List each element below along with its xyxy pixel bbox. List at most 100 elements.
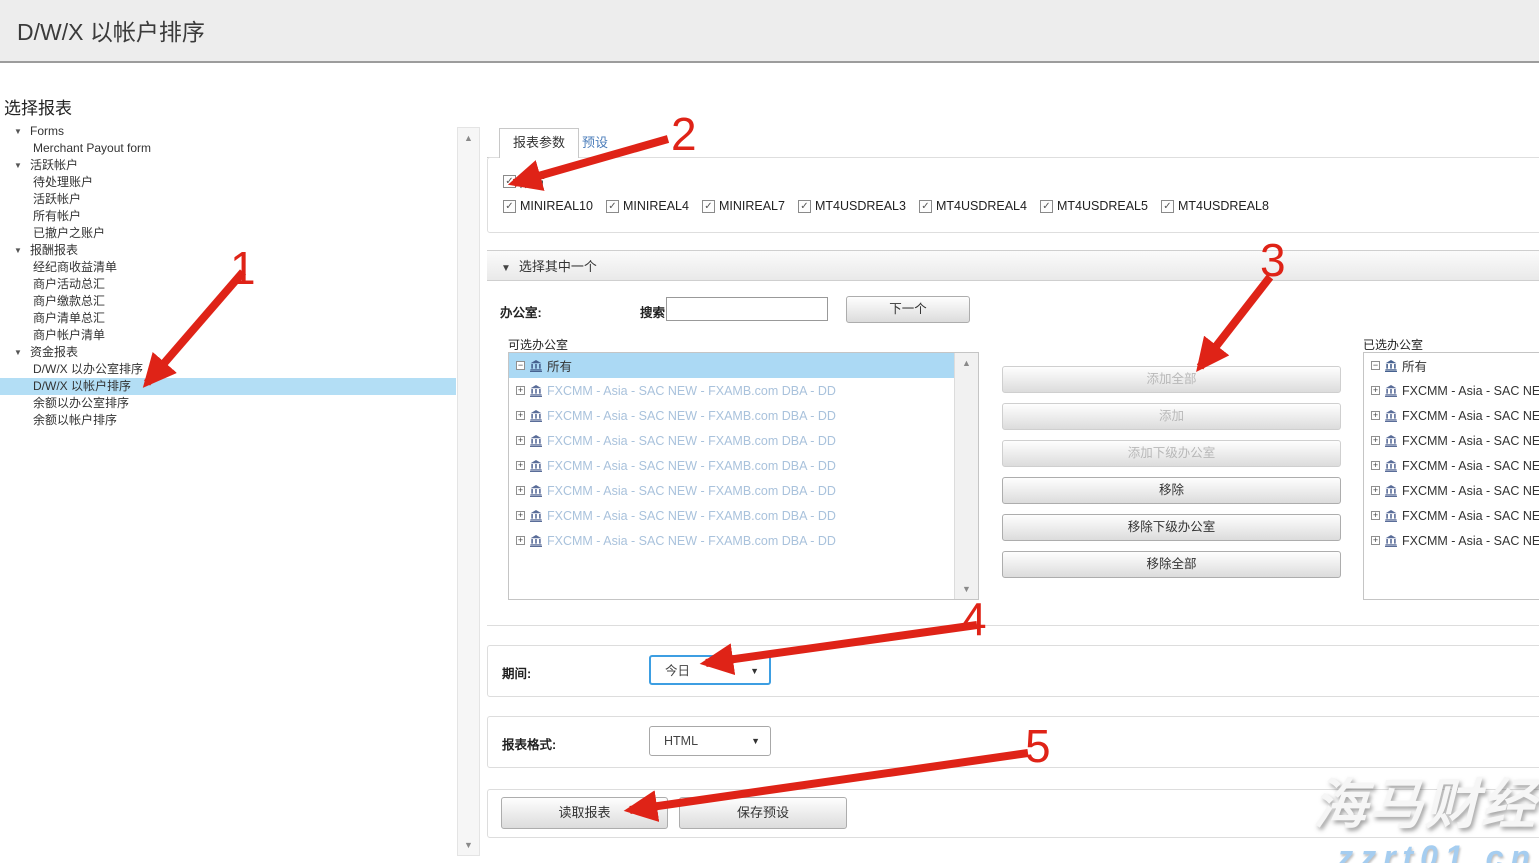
tab-presets[interactable]: 预设 (582, 128, 608, 157)
server-checkbox[interactable]: ✓MT4USDREAL3 (798, 199, 906, 213)
scroll-down-icon[interactable]: ▼ (955, 584, 978, 594)
office-row[interactable]: +FXCMM - Asia - SAC NEW - FXAMB.com DBA … (509, 503, 978, 528)
office-section-header[interactable]: ▼选择其中一个 (487, 250, 1539, 281)
transfer-button[interactable]: 添加下级办公室 (1002, 440, 1341, 467)
save-preset-button[interactable]: 保存预设 (679, 797, 847, 829)
tree-item[interactable]: 经纪商收益清单 (0, 259, 456, 276)
period-label: 期间: (502, 663, 531, 682)
collapse-icon[interactable]: ▼ (14, 344, 24, 361)
expand-node-icon[interactable]: + (1371, 511, 1380, 520)
office-row[interactable]: + FXCMM - Asia - SAC NEW - FXAMB.com DBA … (509, 403, 978, 428)
transfer-button[interactable]: 移除全部 (1002, 551, 1341, 578)
collapse-node-icon[interactable]: − (516, 361, 525, 370)
expand-node-icon[interactable]: + (516, 486, 525, 495)
tree-item-label: 余额以办公室排序 (33, 395, 129, 412)
load-report-button[interactable]: 读取报表 (501, 797, 668, 829)
server-checkbox[interactable]: ✓MINIREAL10 (503, 199, 593, 213)
checkbox-checked-icon[interactable]: ✓ (702, 200, 715, 213)
tree-item[interactable]: 待处理账户 (0, 174, 456, 191)
collapse-icon[interactable]: ▼ (501, 263, 511, 274)
office-row[interactable]: +FXCMM - Asia - SAC NEW - FXAMB.com DBA … (1364, 478, 1539, 503)
tree-group[interactable]: ▼报酬报表 (0, 242, 456, 259)
transfer-button[interactable]: 添加全部 (1002, 366, 1341, 393)
search-input[interactable] (666, 297, 828, 321)
office-row[interactable]: +FXCMM - Asia - SAC NEW - FXAMB.com DBA … (1364, 378, 1539, 403)
scroll-down-icon[interactable]: ▼ (458, 840, 479, 850)
tree-item[interactable]: 商户活动总汇 (0, 276, 456, 293)
expand-node-icon[interactable]: + (1371, 436, 1380, 445)
format-label: 报表格式: (502, 734, 556, 753)
tree-item[interactable]: 已撤户之账户 (0, 225, 456, 242)
scroll-up-icon[interactable]: ▲ (955, 358, 978, 368)
collapse-node-icon[interactable]: − (1371, 361, 1380, 370)
transfer-button[interactable]: 添加 (1002, 403, 1341, 430)
office-name: FXCMM - Asia - SAC NEW - FXAMB.com DBA -… (547, 409, 836, 423)
tree-item[interactable]: 商户帐户清单 (0, 327, 456, 344)
server-checkbox[interactable]: ✓ MT4USDREAL8 (1161, 199, 1269, 213)
checkbox-checked-icon[interactable]: ✓ (919, 200, 932, 213)
transfer-button[interactable]: 移除下级办公室 (1002, 514, 1341, 541)
selected-office-rows: −所有+FXCMM - Asia - SAC NEW - FXAMB.com D… (1364, 353, 1539, 553)
checkbox-checked-icon[interactable]: ✓ (503, 175, 516, 188)
tree-item[interactable]: 余额以帐户排序 (0, 412, 456, 429)
checkbox-checked-icon[interactable]: ✓ (606, 200, 619, 213)
tree-item[interactable]: 活跃帐户 (0, 191, 456, 208)
sidebar-scrollbar[interactable]: ▲ ▼ (457, 127, 480, 856)
expand-node-icon[interactable]: + (1371, 411, 1380, 420)
office-row[interactable]: +FXCMM - Asia - SAC NEW - FXAMB.com DBA … (509, 528, 978, 553)
collapse-icon[interactable]: ▼ (14, 157, 24, 174)
office-row[interactable]: +FXCMM - Asia - SAC NEW - FXAMB.com DBA … (1364, 503, 1539, 528)
office-row[interactable]: +FXCMM - Asia - SAC NEW - FXAMB.com DBA … (1364, 403, 1539, 428)
server-all-checkbox[interactable]: ✓ 所有 (503, 172, 545, 191)
expand-node-icon[interactable]: + (1371, 536, 1380, 545)
tree-item[interactable]: 商户缴款总汇 (0, 293, 456, 310)
tree-item[interactable]: 商户清单总汇 (0, 310, 456, 327)
checkbox-checked-icon[interactable]: ✓ (1040, 200, 1053, 213)
office-row[interactable]: +FXCMM - Asia - SAC NEW - FXAMB.com DBA … (509, 478, 978, 503)
tree-item[interactable]: 所有帐户 (0, 208, 456, 225)
format-dropdown[interactable]: HTML ▼ (649, 726, 771, 756)
tree-item[interactable]: 余额以办公室排序 (0, 395, 456, 412)
office-row[interactable]: +FXCMM - Asia - SAC NEW - FXAMB.com DBA … (1364, 453, 1539, 478)
tree-group[interactable]: ▼资金报表 (0, 344, 456, 361)
office-row[interactable]: +FXCMM - Asia - SAC NEW - FXAMB.com DBA … (509, 453, 978, 478)
tree-item[interactable]: D/W/X 以办公室排序 (0, 361, 456, 378)
collapse-icon[interactable]: ▼ (14, 123, 24, 140)
selected-offices-list[interactable]: −所有+FXCMM - Asia - SAC NEW - FXAMB.com D… (1363, 352, 1539, 600)
server-checkbox[interactable]: ✓MINIREAL4 (606, 199, 689, 213)
office-row-all[interactable]: −所有 (509, 353, 978, 378)
server-checkbox-label: MT4USDREAL8 (1178, 199, 1269, 213)
transfer-button[interactable]: 移除 (1002, 477, 1341, 504)
server-checkbox[interactable]: ✓MINIREAL7 (702, 199, 785, 213)
office-row[interactable]: +FXCMM - Asia - SAC NEW - FXAMB.com DBA … (1364, 528, 1539, 553)
server-checkbox[interactable]: ✓MT4USDREAL4 (919, 199, 1027, 213)
expand-node-icon[interactable]: + (516, 461, 525, 470)
expand-node-icon[interactable]: + (516, 536, 525, 545)
tree-item[interactable]: D/W/X 以帐户排序 (0, 378, 456, 395)
tree-group[interactable]: ▼活跃帐户 (0, 157, 456, 174)
checkbox-checked-icon[interactable]: ✓ (798, 200, 811, 213)
office-row-all[interactable]: −所有 (1364, 353, 1539, 378)
available-offices-list[interactable]: −所有 + FXCMM - Asia - SAC NEW - FXAMB.com D… (508, 352, 979, 600)
expand-node-icon[interactable]: + (1371, 486, 1380, 495)
tree-item[interactable]: Merchant Payout form (0, 140, 456, 157)
collapse-icon[interactable]: ▼ (14, 242, 24, 259)
checkbox-checked-icon[interactable]: ✓ (1161, 200, 1174, 213)
expand-node-icon[interactable]: + (516, 511, 525, 520)
tab-report-params[interactable]: 报表参数 (499, 128, 579, 158)
tree-group[interactable]: ▼Forms (0, 123, 456, 140)
checkbox-checked-icon[interactable]: ✓ (503, 200, 516, 213)
server-checkbox[interactable]: ✓MT4USDREAL5 (1040, 199, 1148, 213)
office-row[interactable]: +FXCMM - Asia - SAC NEW - FXAMB.com DBA … (509, 378, 978, 403)
period-dropdown[interactable]: 今日 ▼ (649, 655, 771, 685)
list-scrollbar[interactable]: ▲ ▼ (954, 353, 978, 599)
office-row[interactable]: +FXCMM - Asia - SAC NEW - FXAMB.com DBA … (1364, 428, 1539, 453)
next-button[interactable]: 下一个 (846, 296, 970, 323)
expand-node-icon[interactable]: + (516, 411, 525, 420)
expand-node-icon[interactable]: + (1371, 386, 1380, 395)
office-row[interactable]: +FXCMM - Asia - SAC NEW - FXAMB.com DBA … (509, 428, 978, 453)
expand-node-icon[interactable]: + (516, 436, 525, 445)
expand-node-icon[interactable]: + (1371, 461, 1380, 470)
expand-node-icon[interactable]: + (516, 386, 525, 395)
scroll-up-icon[interactable]: ▲ (458, 133, 479, 143)
